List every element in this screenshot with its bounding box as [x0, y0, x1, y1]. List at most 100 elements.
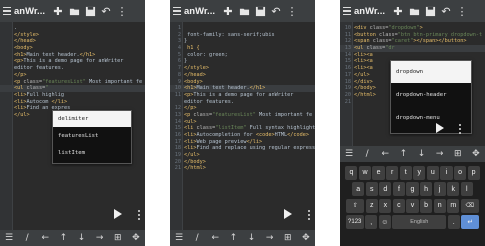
key-h[interactable]: h — [419, 182, 433, 197]
shift-key[interactable]: ⇧ — [346, 198, 365, 213]
code-line[interactable]: 12 <span class="caret"></span></button> — [340, 38, 485, 45]
undo-icon[interactable]: ↶ — [438, 0, 454, 22]
slash-key[interactable]: / — [20, 230, 34, 246]
overflow-menu-icon[interactable]: ⋮ — [284, 0, 300, 22]
code-line[interactable]: editor features. — [170, 99, 315, 106]
code-line[interactable]: 5 color: green; — [170, 52, 315, 59]
code-line[interactable]: . — [0, 25, 145, 32]
slash-key[interactable]: / — [360, 146, 374, 162]
code-line[interactable]: 13 <ul class="dr — [340, 45, 485, 52]
code-line[interactable]: <body> — [0, 45, 145, 52]
code-line[interactable]: 1 — [170, 25, 315, 32]
code-line[interactable]: 7 </style> — [170, 65, 315, 72]
code-line[interactable]: 2 font-family: sans-serif;ubis — [170, 32, 315, 39]
code-line[interactable]: 21 </html> — [170, 165, 315, 172]
move-icon[interactable]: ✥ — [129, 230, 143, 246]
comma-key[interactable]: , — [365, 215, 378, 230]
grid-icon[interactable]: ⊞ — [281, 230, 295, 246]
key-i[interactable]: i — [440, 165, 453, 180]
code-line[interactable]: 11 <p>This is a demo page for anWriter — [170, 92, 315, 99]
code-line[interactable]: 10 <div class="dropdown"> — [340, 25, 485, 32]
key-p[interactable]: p — [467, 165, 480, 180]
folder-icon[interactable] — [406, 0, 422, 22]
arrow-down-icon[interactable]: ↓ — [415, 146, 429, 162]
arrow-left-icon[interactable]: ← — [378, 146, 392, 162]
key-r[interactable]: r — [386, 165, 399, 180]
play-icon[interactable] — [284, 209, 292, 219]
key-d[interactable]: d — [379, 182, 392, 197]
key-j[interactable]: j — [433, 182, 446, 197]
key-n[interactable]: n — [433, 198, 446, 213]
arrow-up-icon[interactable]: ↑ — [56, 230, 70, 246]
code-editor[interactable]: 10 <div class="dropdown"> 11 <button class=… — [340, 22, 485, 146]
move-icon[interactable]: ✥ — [299, 230, 313, 246]
undo-icon[interactable]: ↶ — [98, 0, 114, 22]
autocomplete-item[interactable]: dropdown-header — [391, 83, 471, 107]
key-s[interactable]: s — [365, 182, 378, 197]
code-line[interactable]: <p>This is a demo page for anWriter — [0, 58, 145, 65]
arrow-right-icon[interactable]: → — [93, 230, 107, 246]
overflow-menu-icon[interactable]: ⋮ — [114, 0, 130, 22]
autocomplete-item[interactable]: delimiter — [53, 111, 131, 127]
code-line[interactable]: <ul class=" — [0, 85, 145, 92]
key-k[interactable]: k — [447, 182, 460, 197]
key-z[interactable]: z — [365, 198, 378, 213]
arrow-down-icon[interactable]: ↓ — [75, 230, 89, 246]
code-line[interactable]: <h1>Main text header.</h1> — [0, 52, 145, 59]
save-icon[interactable] — [252, 0, 268, 22]
play-icon[interactable] — [436, 123, 444, 133]
key-c[interactable]: c — [392, 198, 406, 213]
code-line[interactable]: 6} — [170, 58, 315, 65]
plus-icon[interactable]: ✚ — [220, 0, 236, 22]
overflow-menu-icon[interactable]: ⋮ — [454, 0, 470, 22]
autocomplete-item[interactable]: featuresList — [53, 127, 131, 145]
save-icon[interactable] — [82, 0, 98, 22]
code-line[interactable]: <p class="featuresList" Most important f… — [0, 79, 145, 86]
code-line[interactable]: 14 <li><a — [340, 52, 485, 59]
code-line[interactable]: 9 <body> — [170, 79, 315, 86]
hamburger-icon[interactable] — [340, 0, 354, 22]
more-vert-icon[interactable] — [459, 124, 461, 134]
more-vert-icon[interactable] — [308, 210, 310, 220]
code-editor[interactable]: 12 font-family: sans-serif;ubis 3} 4 h1 {5… — [170, 22, 315, 230]
key-q[interactable]: q — [345, 165, 358, 180]
plus-icon[interactable]: ✚ — [50, 0, 66, 22]
period-key[interactable]: . — [447, 215, 460, 230]
grid-icon[interactable]: ⊞ — [111, 230, 125, 246]
code-line[interactable]: 8 </head> — [170, 72, 315, 79]
code-line[interactable]: editor features. — [0, 65, 145, 72]
key-l[interactable]: l — [460, 182, 473, 197]
more-vert-icon[interactable] — [138, 210, 140, 220]
key-v[interactable]: v — [406, 198, 419, 213]
list-icon[interactable]: ☰ — [172, 230, 186, 246]
hamburger-icon[interactable] — [170, 0, 184, 22]
list-icon[interactable]: ☰ — [2, 230, 16, 246]
save-icon[interactable] — [422, 0, 438, 22]
undo-icon[interactable]: ↶ — [268, 0, 284, 22]
backspace-key[interactable]: ⌫ — [460, 198, 479, 213]
list-icon[interactable]: ☰ — [342, 146, 356, 162]
arrow-down-icon[interactable]: ↓ — [245, 230, 259, 246]
key-b[interactable]: b — [419, 198, 433, 213]
code-line[interactable]: 18 <li>Find and replace using regular exp… — [170, 145, 315, 152]
key-f[interactable]: f — [392, 182, 406, 197]
code-line[interactable]: <li>Autocom </li> — [0, 99, 145, 106]
slash-key[interactable]: / — [190, 230, 204, 246]
emoji-key[interactable]: ☺ — [378, 215, 391, 230]
move-icon[interactable]: ✥ — [469, 146, 483, 162]
folder-icon[interactable] — [66, 0, 82, 22]
key-m[interactable]: m — [447, 198, 460, 213]
arrow-left-icon[interactable]: ← — [38, 230, 52, 246]
arrow-right-icon[interactable]: → — [433, 146, 447, 162]
key-t[interactable]: t — [399, 165, 412, 180]
play-icon[interactable] — [114, 209, 122, 219]
key-x[interactable]: x — [379, 198, 392, 213]
code-line[interactable]: </p> — [0, 72, 145, 79]
autocomplete-item[interactable]: dropdown — [391, 61, 471, 83]
code-line[interactable]: 19 </ul> — [170, 152, 315, 159]
code-line[interactable]: 11 <button class="btn btn-primary dropdow… — [340, 32, 485, 39]
folder-icon[interactable] — [236, 0, 252, 22]
code-line[interactable]: 4 h1 { — [170, 45, 315, 52]
arrow-left-icon[interactable]: ← — [208, 230, 222, 246]
code-line[interactable]: 20 </body> — [170, 159, 315, 166]
